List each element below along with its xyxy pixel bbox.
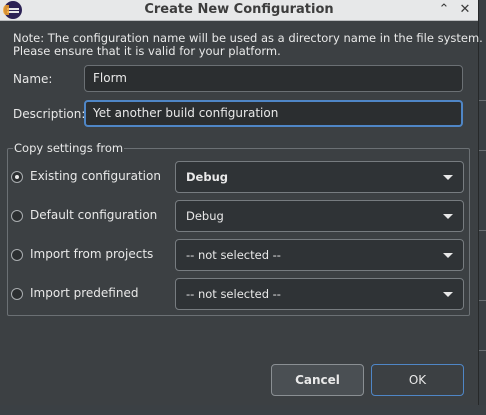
existing-configuration-select[interactable]: Debug [175,161,464,193]
option-label: Import predefined [30,286,139,300]
option-label: Import from projects [30,247,154,261]
chevron-down-icon [443,175,453,180]
background-window-bottom [0,405,486,415]
radio-import-predefined[interactable] [11,288,23,300]
ok-button[interactable]: OK [371,364,464,396]
name-field[interactable]: Florm [84,65,463,92]
import-predefined-select[interactable]: -- not selected -- [175,278,464,310]
note-text: Note: The configuration name will be use… [13,32,483,58]
option-label: Default configuration [30,208,158,222]
background-window-edge [478,0,486,415]
copy-settings-title: Copy settings from [13,141,125,155]
combo-value: -- not selected -- [186,248,281,262]
title-bar[interactable]: Create New Configuration ⌃ ✕ [0,0,478,21]
description-label: Description: [13,107,86,121]
chevron-down-icon [443,253,453,258]
radio-default-configuration[interactable] [11,210,23,222]
name-label: Name: [13,72,53,86]
chevron-down-icon [443,214,453,219]
chevron-up-icon[interactable]: ⌃ [435,1,453,19]
combo-value: Debug [186,209,224,223]
option-label: Existing configuration [30,169,161,183]
cancel-button[interactable]: Cancel [271,364,364,396]
combo-value: Debug [186,170,228,184]
description-field[interactable]: Yet another build configuration [84,100,463,127]
note-line-2: Please ensure that it is valid for your … [13,44,281,58]
chevron-down-icon [443,292,453,297]
combo-value: -- not selected -- [186,287,281,301]
create-configuration-dialog: Create New Configuration ⌃ ✕ Note: The c… [0,0,483,405]
import-from-projects-select[interactable]: -- not selected -- [175,239,464,271]
close-icon[interactable]: ✕ [456,1,474,19]
radio-import-from-projects[interactable] [11,249,23,261]
dialog-title: Create New Configuration [144,2,334,17]
radio-existing-configuration[interactable] [11,171,23,183]
default-configuration-select[interactable]: Debug [175,200,464,232]
